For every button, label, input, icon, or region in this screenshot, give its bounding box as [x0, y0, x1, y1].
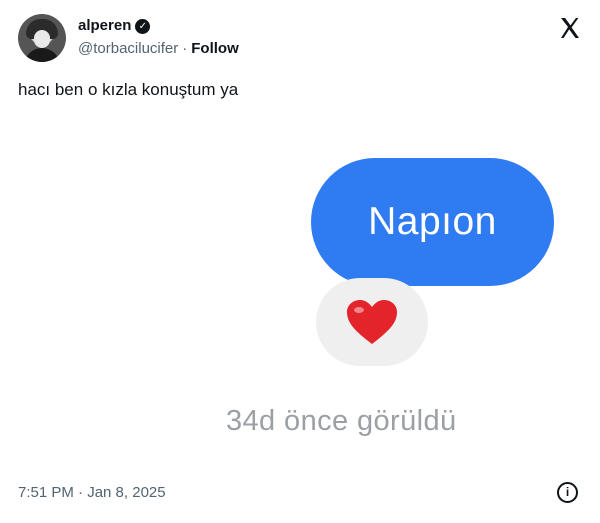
follow-button[interactable]: Follow — [191, 39, 239, 59]
x-logo-icon[interactable] — [558, 16, 582, 40]
avatar-body — [24, 48, 60, 62]
info-icon[interactable]: i — [557, 482, 578, 503]
tweet-media[interactable]: Napıon 34d önce görüldü — [18, 120, 582, 460]
author-name-row: alperen ✓ — [78, 16, 239, 36]
seen-status: 34d önce görüldü — [226, 405, 457, 437]
message-bubble: Napıon — [311, 158, 554, 286]
author-handle-row: @torbacilucifer · Follow — [78, 39, 239, 59]
avatar-face — [34, 30, 50, 48]
reaction-badge — [316, 278, 428, 366]
timestamp[interactable]: 7:51 PM · Jan 8, 2025 — [18, 483, 166, 503]
tweet-header: alperen ✓ @torbacilucifer · Follow — [18, 14, 582, 62]
author-name[interactable]: alperen — [78, 16, 131, 36]
author-handle[interactable]: @torbacilucifer — [78, 39, 178, 59]
separator: · — [182, 40, 188, 57]
verified-badge-icon: ✓ — [135, 18, 151, 34]
tweet-text: hacı ben o kızla konuştum ya — [18, 80, 239, 99]
avatar[interactable] — [18, 14, 66, 62]
tweet-footer: 7:51 PM · Jan 8, 2025 i — [18, 480, 582, 504]
author-info: alperen ✓ @torbacilucifer · Follow — [78, 16, 239, 59]
message-text: Napıon — [368, 200, 497, 243]
heart-icon — [347, 300, 397, 344]
